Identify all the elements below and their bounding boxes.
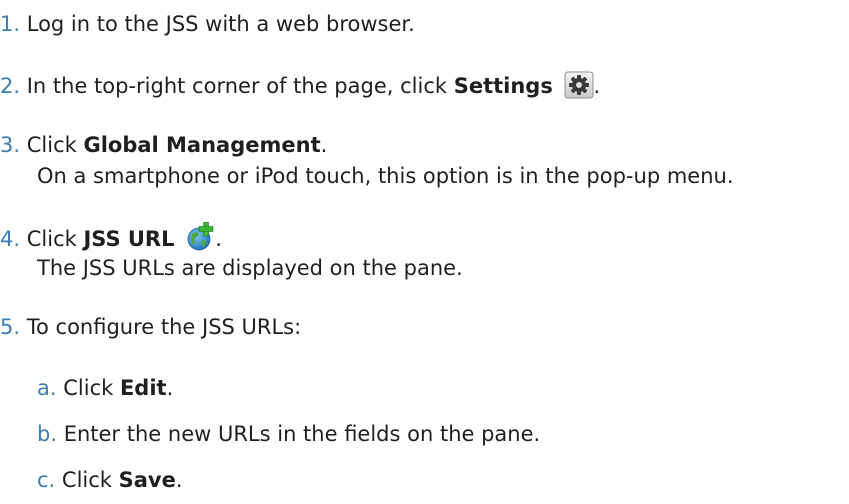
edit-label: Edit: [119, 376, 167, 400]
period: .: [215, 227, 222, 251]
period: .: [593, 74, 601, 98]
instructions-page: { "steps": [ {"num": "1.", "text": "Log …: [0, 0, 849, 504]
step-2: 2. In the top-right corner of the page, …: [0, 71, 600, 106]
substep-a: a. Click Edit.: [37, 374, 173, 402]
step-3: 3. Click Global Management.: [0, 131, 327, 159]
step-1: 1. Log in to the JSS with a web browser.: [0, 10, 415, 38]
gear-icon: [564, 71, 594, 106]
step-number: 4.: [0, 227, 21, 251]
step-text: Click: [26, 133, 84, 157]
step-number: 1.: [0, 12, 21, 36]
substep-c: c. Click Save.: [37, 466, 183, 494]
step-number: 2.: [0, 74, 21, 98]
step-text: Click: [26, 227, 84, 251]
substep-letter: a.: [37, 376, 57, 400]
step-3-note: On a smartphone or iPod touch, this opti…: [37, 164, 734, 188]
step-text: In the top-right corner of the page, cli…: [26, 74, 454, 98]
save-label: Save: [118, 468, 176, 492]
period: .: [166, 376, 174, 400]
substep-letter: b.: [37, 422, 58, 446]
step-text: To configure the JSS URLs:: [26, 315, 302, 339]
step-number: 3.: [0, 133, 21, 157]
substep-text: Click: [61, 468, 119, 492]
jss-url-label: JSS URL: [83, 227, 175, 251]
substep-text: Enter the new URLs in the fields on the …: [63, 422, 541, 446]
substep-b: b. Enter the new URLs in the fields on t…: [37, 420, 540, 448]
step-5: 5. To configure the JSS URLs:: [0, 313, 301, 341]
step-4-note: The JSS URLs are displayed on the pane.: [37, 256, 463, 280]
period: .: [320, 133, 328, 157]
step-text: Log in to the JSS with a web browser.: [26, 12, 415, 36]
global-management-label: Global Management: [83, 133, 321, 157]
settings-label: Settings: [453, 74, 553, 98]
substep-letter: c.: [37, 468, 56, 492]
substep-text: Click: [63, 376, 120, 400]
period: .: [175, 468, 183, 492]
step-number: 5.: [0, 315, 21, 339]
